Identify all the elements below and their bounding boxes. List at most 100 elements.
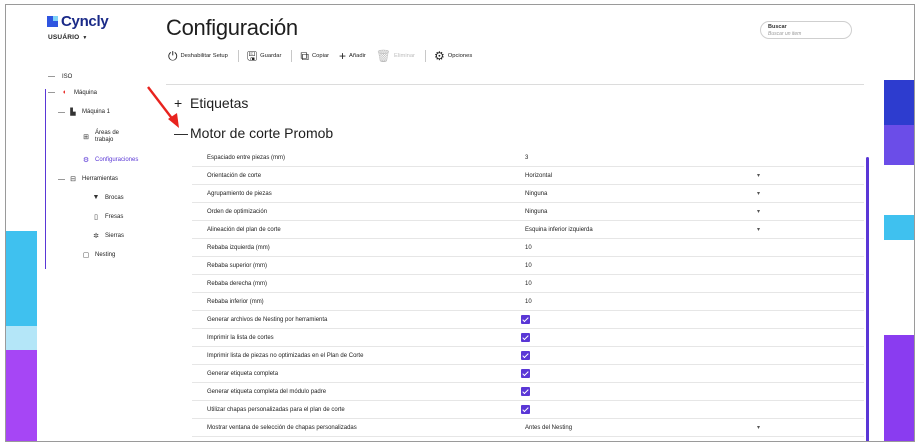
setting-label: Generar archivos de Nesting por herramie… (207, 316, 328, 323)
red-arrow-annotation (147, 86, 179, 128)
scrollbar[interactable] (866, 157, 869, 441)
collapse-icon[interactable]: — (48, 89, 56, 96)
tree-item-mills[interactable]: ▯ Fresas (91, 213, 123, 221)
setting-row: Generar archivos de Nesting por herramie… (192, 311, 864, 329)
dropdown-arrow-icon[interactable]: ▾ (757, 424, 760, 431)
add-button[interactable]: + Añadir (339, 50, 366, 62)
setting-value[interactable]: 10 (525, 299, 532, 305)
logo-text: Cyncly (61, 13, 109, 30)
button-label: Copiar (311, 53, 330, 59)
tree-item-configurations[interactable]: ⚙ Configuraciones (81, 156, 139, 164)
dropdown-arrow-icon[interactable]: ▾ (757, 190, 760, 197)
setting-row: Imprimir lista de piezas no optimizadas … (192, 347, 864, 365)
setting-label: Rebaba derecha (mm) (207, 280, 268, 287)
tree-item-machine[interactable]: — ◐ Máquina (48, 89, 97, 96)
tree-item-label: Áreas de trabajo (95, 130, 120, 143)
setting-checkbox[interactable] (521, 351, 530, 360)
toolbar-divider (424, 50, 426, 62)
setting-row: Rebaba inferior (mm) 10 (192, 293, 864, 311)
gear-icon: ⚙ (433, 49, 445, 63)
user-menu[interactable]: USUÁRIO ▼ (48, 34, 88, 41)
setting-label: Rebaba izquierda (mm) (207, 244, 270, 251)
machine-icon: ◐ (62, 89, 68, 96)
mill-icon: ▯ (94, 214, 98, 221)
setting-value[interactable]: 10 (525, 281, 532, 287)
saw-icon: ✲ (93, 233, 99, 240)
tree-guide-line (45, 89, 46, 269)
user-name: USUÁRIO (48, 34, 80, 41)
setting-row: Generar etiqueta completa del módulo pad… (192, 383, 864, 401)
dropdown-arrow-icon[interactable]: ▾ (757, 172, 760, 179)
setting-row: Rebaba superior (mm) 10 (192, 257, 864, 275)
setting-value[interactable]: Esquina inferior izquierda (525, 227, 593, 233)
caret-down-icon: ▼ (82, 35, 88, 41)
tree-item-machine1[interactable]: — ▙ Máquina 1 (58, 108, 110, 117)
setting-checkbox[interactable] (521, 333, 530, 342)
setting-row: Espaciado entre piezas (mm) 3 (192, 149, 864, 167)
disable-setup-button[interactable]: ⏻ Deshabilitar Setup (168, 50, 228, 62)
tree-item-saws[interactable]: ✲ Sierras (91, 232, 124, 240)
tree-item-label: Brocas (105, 194, 124, 201)
copy-button[interactable]: ⧉ Copiar (300, 50, 329, 62)
setting-label: Agrupamiento de piezas (207, 190, 272, 197)
tree-item-label: Configuraciones (95, 157, 139, 163)
app-window: Cyncly USUÁRIO ▼ — ISO — ◐ Máquina — ▙ Má… (5, 4, 915, 442)
workstation-icon: ▙ (70, 109, 76, 116)
collapse-icon[interactable]: — (58, 109, 66, 116)
setting-value[interactable]: Ninguna (525, 191, 547, 197)
setting-value[interactable]: 10 (525, 245, 532, 251)
dropdown-arrow-icon[interactable]: ▾ (757, 226, 760, 233)
tree-item-tools[interactable]: — ⊟ Herramientas (58, 175, 118, 184)
setting-row: Alineación del plan de corte Esquina infe… (192, 221, 864, 239)
toolbar: ⏻ Deshabilitar Setup 🖫 Guardar ⧉ Copiar … (168, 50, 482, 62)
setting-label: Orden de optimización (207, 208, 268, 215)
trash-icon: 🗑 (375, 49, 392, 63)
setting-row: Mostrar ventana de selección de chapas p… (192, 419, 864, 437)
setting-value[interactable]: 3 (525, 155, 528, 161)
save-button[interactable]: 🖫 Guardar (247, 50, 282, 62)
options-button[interactable]: ⚙ Opciones (434, 50, 472, 62)
collapse-icon[interactable]: — (58, 176, 66, 183)
collapse-icon[interactable]: — (48, 73, 56, 80)
tree-item-nesting[interactable]: ▢ Nesting (81, 251, 116, 259)
toolbar-divider (237, 50, 239, 62)
setting-label: Espaciado entre piezas (mm) (207, 154, 286, 161)
button-label: Eliminar (394, 53, 415, 59)
setting-label: Utilizar chapas personalizadas para el p… (207, 406, 345, 413)
search-label: Buscar (768, 24, 787, 30)
power-icon: ⏻ (168, 49, 178, 63)
setting-checkbox[interactable] (521, 315, 530, 324)
setting-value[interactable]: Ninguna (525, 209, 547, 215)
section-labels[interactable]: + Etiquetas (174, 95, 248, 111)
setting-checkbox[interactable] (521, 369, 530, 378)
dropdown-arrow-icon[interactable]: ▾ (757, 208, 760, 215)
setting-label: Generar etiqueta completa (207, 370, 279, 377)
tree-item-label: Máquina (74, 89, 98, 96)
copy-icon: ⧉ (300, 49, 309, 63)
setting-label: Orientación de corte (207, 172, 262, 179)
setting-checkbox[interactable] (521, 405, 530, 414)
delete-button[interactable]: 🗑 Eliminar (376, 50, 415, 62)
search-box[interactable]: Buscar Buscar un item (760, 21, 852, 39)
setting-label: Mostrar ventana de selección de chapas p… (207, 424, 357, 431)
tree-item-iso[interactable]: — ISO (48, 73, 72, 80)
gear-icon: ⚙ (82, 157, 90, 164)
setting-row: Agrupamiento de piezas Ninguna ▾ (192, 185, 864, 203)
setting-row: Rebaba izquierda (mm) 10 (192, 239, 864, 257)
section-engine[interactable]: — Motor de corte Promob (174, 125, 333, 141)
setting-value[interactable]: Horizontal (525, 173, 552, 179)
logo-icon (47, 16, 58, 27)
setting-checkbox[interactable] (521, 387, 530, 396)
button-label: Guardar (260, 53, 282, 59)
tree-item-drills[interactable]: ▼ Brocas (91, 194, 124, 201)
search-input[interactable]: Buscar un item (768, 31, 801, 37)
save-icon: 🖫 (246, 49, 258, 63)
setting-value[interactable]: 10 (525, 263, 532, 269)
left-decoration (6, 5, 37, 441)
toolbar-divider (291, 50, 293, 62)
tree-item-label: Nesting (95, 252, 116, 258)
setting-value[interactable]: Antes del Nesting (525, 425, 572, 431)
tree-item-work-areas[interactable]: ⊞ Áreas de trabajo (81, 130, 141, 144)
setting-label: Generar etiqueta completa del módulo pad… (207, 388, 327, 395)
tree-item-label: Sierras (105, 233, 125, 239)
